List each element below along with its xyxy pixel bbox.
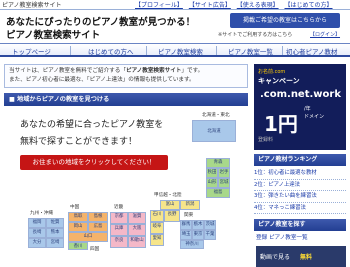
japan-map: 北海道・東北 北海道 青森 秋田 岩手 山形 宮城 福島 甲信越・北陸 新潟 富… [6,110,246,252]
nav-divider [70,46,71,55]
region-fukuoka[interactable]: 福岡 [28,218,46,228]
site-title-line2: ピアノ教室検索サイト [6,30,101,41]
region-aichi[interactable]: 愛知 [150,234,164,246]
region-saga[interactable]: 佐賀 [46,218,64,228]
ad-unit-domain: ドメイン [304,114,325,120]
region-kanagawa[interactable]: 神奈川 [180,240,204,249]
region-hyogo[interactable]: 兵庫 [110,224,128,236]
nav-divider [216,46,217,55]
about-text: 当サイトは、ピアノ教室を無料でご紹介する「 [9,68,126,74]
hero-line2: 無料で探すことができます！ [20,137,138,147]
nav-divider [146,46,147,55]
group-label-kanto: 関東 [184,213,194,218]
region-chiba[interactable]: 千葉 [204,230,216,240]
region-akita[interactable]: 秋田 [206,168,218,178]
region-tokyo[interactable]: 東京 [192,230,204,240]
about-line2: また、ピアノ初心者に最適な、「ピアノ上達法」の情報も提供しています。 [9,77,195,83]
nav-beginners[interactable]: はじめての方へ [88,46,134,56]
about-text: 」です。 [181,68,204,74]
region-saitama[interactable]: 埼玉 [180,230,192,240]
region-gifu[interactable]: 岐阜 [150,222,164,234]
region-okayama[interactable]: 岡山 [68,222,88,232]
region-ishikawa[interactable]: 石川 [150,210,164,222]
about-site-name: ピアノ教室検索サイト [125,68,182,74]
site-title-line1: あなたにぴったりのピアノ教室が見つかる！ [6,17,196,28]
region-kyoto[interactable]: 京都 [110,212,128,224]
region-tottori[interactable]: 鳥取 [68,212,88,222]
region-osaka[interactable]: 大阪 [128,224,146,236]
ad-unit-year: /年 [304,106,311,112]
region-tochigi[interactable]: 栃木 [192,220,204,230]
main-nav: トップページ はじめての方へ ピアノ教室検索 ピアノ教室一覧 初心者ピアノ教材 [0,43,350,57]
about-box: 当サイトは、ピアノ教室を無料でご紹介する「ピアノ教室検索サイト」です。 また、ピ… [4,64,248,88]
header-note: ※サイトでご利用する方はこちら [218,32,293,38]
group-label-tohoku: 北海道・東北 [202,113,230,118]
video-ad-text: 動画で見る [260,254,291,261]
hero-line1: あなたの希望に合ったピアノ教室を [20,120,164,130]
region-iwate[interactable]: 岩手 [218,168,230,178]
group-label-chubu: 甲信越・北陸 [154,193,182,198]
header-links: 【プロフィール】 【サイト広告】 【使える表現】 【はじめての方】 [135,0,337,9]
ranking-item[interactable]: 4位：マネっこ練習法 [254,203,346,214]
nav-materials[interactable]: 初心者ピアノ教材 [286,46,337,56]
nav-divider [282,46,283,55]
region-fukushima[interactable]: 福島 [206,188,230,198]
ranking-item[interactable]: 3位：弾きたい曲を練習法 [254,191,346,203]
region-miyagi[interactable]: 宮城 [218,178,230,188]
region-kumamoto[interactable]: 熊本 [46,228,64,238]
site-tagline: ピアノ教室検索サイト [2,2,62,9]
find-list-link[interactable]: 登録 ピアノ教室一覧 [256,233,308,241]
region-wakayama[interactable]: 和歌山 [128,236,146,248]
region-oita[interactable]: 大分 [28,238,46,248]
ad-domains: .com.net.work [260,89,341,100]
region-hiroshima[interactable]: 広島 [88,222,108,232]
group-label-kinki: 近畿 [114,205,124,210]
first-time-link[interactable]: 【はじめての方】 [285,2,333,9]
nav-top[interactable]: トップページ [12,46,51,56]
region-yamagata[interactable]: 山形 [206,178,218,188]
ranking-header: ピアノ教材ランキング [254,154,346,166]
group-label-kyushu: 九州・沖縄 [30,211,53,216]
region-hokkaido[interactable]: 北海道 [192,120,236,142]
region-toyama[interactable]: 富山 [160,200,180,210]
region-nagasaki[interactable]: 長崎 [28,228,46,238]
ad-price: 1円 [264,112,298,136]
group-label-chugoku: 中国 [70,205,80,210]
region-miyazaki[interactable]: 宮崎 [46,238,64,248]
region-gunma[interactable]: 群馬 [180,220,192,230]
profile-link[interactable]: 【プロフィール】 [135,2,183,9]
region-aomori[interactable]: 青森 [206,158,230,168]
ad-brand: お名前.com [258,69,286,75]
ranking-item[interactable]: 2位：ピアノ上達法 [254,180,346,191]
region-nara[interactable]: 奈良 [110,236,128,248]
region-yamaguchi[interactable]: 山口 [68,232,108,242]
expressions-link[interactable]: 【使える表現】 [237,2,279,9]
domain-ad-banner[interactable]: お名前.com キャンペーン .com.net.work 1円 /年 ドメイン … [254,64,346,150]
find-header: ピアノ教室を探す [254,219,346,231]
region-shiga[interactable]: 滋賀 [128,212,146,224]
region-niigata[interactable]: 新潟 [180,200,200,210]
region-nagano[interactable]: 長野 [164,210,180,222]
region-shimane[interactable]: 島根 [88,212,108,222]
select-region-button[interactable]: お住まいの地域をクリックしてください！ [20,155,168,170]
nav-list[interactable]: ピアノ教室一覧 [228,46,273,56]
region-kagawa[interactable]: 香川 [68,242,88,250]
region-ibaraki[interactable]: 茨城 [204,220,216,230]
ranking-list: 1位：初心者に最適な教材 2位：ピアノ上達法 3位：弾きたい曲を練習法 4位：マ… [254,168,346,214]
listing-request-button[interactable]: 掲載ご希望の教室はこちらから [230,13,340,28]
login-link[interactable]: 【ログイン】 [310,31,340,38]
video-ad-badge: 無料 [299,254,312,261]
region-section-header: ■ 地域からピアノの教室を見つける [4,93,248,106]
nav-search[interactable]: ピアノ教室検索 [158,46,203,56]
group-label-shikoku: 四国 [90,247,100,252]
video-ad-banner[interactable]: 動画で見る 無料 [256,246,346,267]
site-ad-link[interactable]: 【サイト広告】 [189,2,231,9]
ad-campaign: キャンペーン [258,77,300,85]
ranking-item[interactable]: 1位：初心者に最適な教材 [254,168,346,180]
ad-footnote: 登録料 [258,137,274,143]
